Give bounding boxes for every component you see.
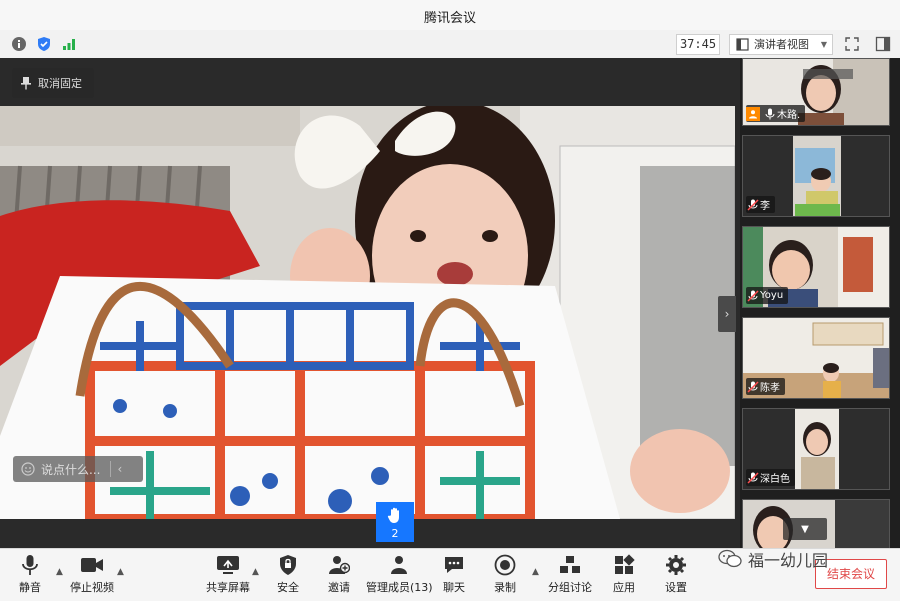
participant-name-tag: 李 [746,196,775,213]
window-title: 腾讯会议 [423,11,476,26]
share-screen-icon [216,553,240,577]
add-user-icon [327,553,351,577]
info-icon[interactable] [10,35,28,53]
meeting-toolbar: 37:45 演讲者视图 ▼ [0,30,900,59]
unpin-button[interactable]: 取消固定 [12,68,94,98]
members-icon [387,553,411,577]
record-icon [493,553,517,577]
microphone-muted-icon [746,380,760,394]
participant-name: 李 [760,201,770,212]
breakout-rooms-icon [558,553,582,577]
stop-video-button[interactable]: 停止视频 [70,553,114,599]
mute-options-chevron-icon[interactable]: ▲ [56,567,63,577]
chevron-down-icon: ▼ [820,40,827,49]
share-options-chevron-icon[interactable]: ▲ [252,567,259,577]
shield-icon [276,553,300,577]
watermark-text: 福一幼儿园 [748,551,829,570]
microphone-muted-icon [746,198,760,212]
mute-label: 静音 [19,581,41,594]
participant-name: Yoyu [760,290,784,301]
emoji-icon[interactable] [21,462,35,476]
manage-members-button[interactable]: 管理成员(13) [366,553,433,599]
view-mode-label: 演讲者视图 [754,38,809,51]
manage-members-label: 管理成员(13) [366,581,433,594]
participant-name-tag: 深白色 [746,469,795,486]
participant-tile[interactable]: 木路. [742,58,890,126]
host-icon [746,106,760,121]
breakout-label: 分组讨论 [548,581,592,594]
scroll-down-button[interactable]: ▼ [783,518,827,540]
participant-sidebar: 木路. 李 Yoyu 陈孝 深白色 ▼ [740,58,900,549]
participant-name-tag: 陈孝 [746,378,785,395]
chat-label: 聊天 [443,581,465,594]
participant-name-tag: 木路. [746,105,806,122]
hand-icon [387,507,399,523]
collapse-sidebar-button[interactable]: › [718,296,736,332]
microphone-muted-icon [746,289,760,303]
apps-button[interactable]: 应用 [612,553,636,599]
title-bar: 腾讯会议 [0,0,900,31]
invite-label: 邀请 [328,581,350,594]
chat-button[interactable]: 聊天 [442,553,466,599]
share-screen-button[interactable]: 共享屏幕 [206,553,250,599]
fullscreen-icon[interactable] [843,35,861,53]
shield-icon[interactable] [35,35,53,53]
watermark: 福一幼儿园 [718,547,828,571]
participant-name: 深白色 [760,474,790,485]
participant-name: 木路. [777,110,801,121]
record-button[interactable]: 录制 [493,553,517,599]
mute-button[interactable]: 静音 [18,553,42,599]
chevron-right-icon: › [724,307,730,321]
chat-placeholder: 说点什么... [41,462,101,477]
microphone-icon [18,553,42,577]
security-label: 安全 [277,581,299,594]
participant-tile[interactable]: 李 [742,135,890,217]
signal-icon[interactable] [60,35,78,53]
main-stage: 取消固定 说点什么... ‹ › 2 [0,58,740,548]
gear-icon [664,553,688,577]
chat-divider [110,461,112,477]
invite-button[interactable]: 邀请 [327,553,351,599]
pin-icon [21,77,31,90]
wechat-icon [718,549,742,568]
chevron-down-icon: ▼ [801,523,809,535]
share-screen-label: 共享屏幕 [206,581,250,594]
microphone-icon [763,107,777,121]
unpin-label: 取消固定 [38,77,82,90]
video-camera-icon [80,553,104,577]
record-label: 录制 [494,581,516,594]
participant-tile[interactable]: 陈孝 [742,317,890,399]
participant-tile[interactable]: 深白色 [742,408,890,490]
raise-hand-count: 2 [391,527,399,540]
view-mode-icon [736,38,749,51]
settings-label: 设置 [665,581,687,594]
chat-input[interactable]: 说点什么... ‹ [13,456,143,482]
participant-tile[interactable]: ▼ [742,499,890,549]
apps-icon [612,553,636,577]
view-mode-dropdown[interactable]: 演讲者视图 ▼ [729,34,833,55]
panel-toggle-icon[interactable] [874,35,892,53]
video-options-chevron-icon[interactable]: ▲ [117,567,124,577]
microphone-muted-icon [746,471,760,485]
participant-name-tag: Yoyu [746,287,789,304]
raise-hand-button[interactable]: 2 [376,502,414,542]
security-button[interactable]: 安全 [276,553,300,599]
stop-video-label: 停止视频 [70,581,114,594]
participant-tile[interactable]: Yoyu [742,226,890,308]
breakout-button[interactable]: 分组讨论 [548,553,592,599]
meeting-timer: 37:45 [676,34,720,55]
settings-button[interactable]: 设置 [664,553,688,599]
record-options-chevron-icon[interactable]: ▲ [532,567,539,577]
apps-label: 应用 [613,581,635,594]
participant-name: 陈孝 [760,383,780,394]
chevron-left-icon[interactable]: ‹ [117,462,122,476]
chat-icon [442,553,466,577]
